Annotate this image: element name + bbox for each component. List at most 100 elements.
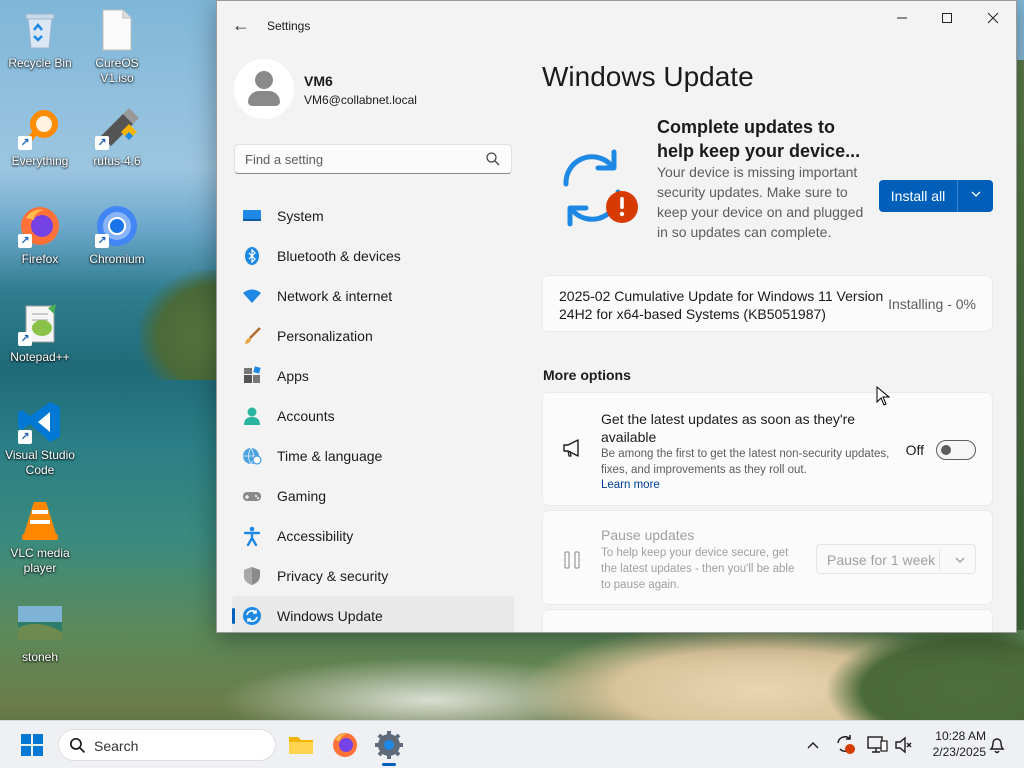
accessibility-icon xyxy=(243,526,261,546)
notepadpp-icon: ↗ xyxy=(18,302,62,346)
sidebar-item-label: Accounts xyxy=(277,408,335,424)
shortcut-arrow-icon: ↗ xyxy=(18,136,32,150)
next-option-card xyxy=(542,609,993,632)
display-network-icon[interactable] xyxy=(866,733,888,755)
sidebar-item-label: Privacy & security xyxy=(277,568,389,584)
sidebar-item-accounts[interactable]: Accounts xyxy=(232,396,514,436)
bluetooth-icon xyxy=(245,247,259,265)
active-app-indicator xyxy=(382,763,396,766)
desktop-icon-label: Everything xyxy=(11,154,69,168)
sidebar-item-label: Apps xyxy=(277,368,309,384)
taskbar-clock[interactable]: 10:28 AM 2/23/2025 xyxy=(918,728,986,760)
desktop-icon-rufus[interactable]: ↗ rufus-4.6 xyxy=(77,106,157,169)
search-icon xyxy=(69,737,86,754)
taskbar: Search 10:28 AM 2/23/2025 xyxy=(0,720,1024,768)
wallpaper-cliff xyxy=(820,630,1024,720)
user-profile[interactable]: VM6 VM6@collabnet.local xyxy=(234,59,514,121)
shortcut-arrow-icon: ↗ xyxy=(95,234,109,248)
window-title: Settings xyxy=(267,19,311,33)
sidebar-item-gaming[interactable]: Gaming xyxy=(232,476,514,516)
desktop-icon-recycle-bin[interactable]: Recycle Bin xyxy=(0,8,80,71)
back-arrow-icon[interactable]: ← xyxy=(229,13,253,37)
brush-icon xyxy=(245,327,261,344)
desktop-icon-label: rufus-4.6 xyxy=(93,154,141,168)
pause-duration-value: Pause for 1 week xyxy=(827,552,936,568)
sidebar-item-label: Personalization xyxy=(277,328,373,344)
sidebar-nav: System Bluetooth & devices Network & int… xyxy=(232,196,514,632)
maximize-button[interactable] xyxy=(924,7,970,31)
close-button[interactable] xyxy=(970,7,1016,31)
sidebar-item-network[interactable]: Network & internet xyxy=(232,276,514,316)
sidebar-item-label: Time & language xyxy=(277,448,383,464)
wifi-icon xyxy=(243,289,261,303)
vscode-icon: ↗ xyxy=(18,400,62,444)
shortcut-arrow-icon: ↗ xyxy=(18,430,32,444)
everything-search-icon: ↗ xyxy=(18,106,62,150)
install-options-dropdown[interactable] xyxy=(958,180,993,212)
notification-bell-icon[interactable] xyxy=(988,735,1006,755)
profile-name: VM6 xyxy=(304,73,333,89)
avatar xyxy=(234,59,294,119)
firefox-icon: ↗ xyxy=(18,204,62,248)
desktop-icon-vscode[interactable]: ↗ Visual Studio Code xyxy=(0,400,80,478)
windows-start-icon[interactable] xyxy=(21,734,43,756)
desktop-icon-cureos-iso[interactable]: CureOS V1.iso xyxy=(77,8,157,86)
taskbar-file-explorer[interactable] xyxy=(284,728,318,762)
settings-search-box[interactable] xyxy=(234,144,512,174)
gamepad-icon xyxy=(243,492,261,501)
sidebar-item-system[interactable]: System xyxy=(232,196,514,236)
image-file-icon xyxy=(18,602,62,646)
settings-gear-icon xyxy=(375,731,403,759)
sidebar-item-label: Accessibility xyxy=(277,528,354,544)
shortcut-arrow-icon: ↗ xyxy=(18,332,32,346)
sidebar-item-time-language[interactable]: Time & language xyxy=(232,436,514,476)
desktop-icon-label: CureOS V1.iso xyxy=(95,56,139,85)
toggle-state-label: Off xyxy=(905,442,924,458)
sidebar-item-accessibility[interactable]: Accessibility xyxy=(232,516,514,556)
settings-search-input[interactable] xyxy=(235,145,475,173)
sidebar-item-label: Network & internet xyxy=(277,288,393,304)
update-description: Your device is missing important securit… xyxy=(657,164,864,240)
update-tray-icon[interactable] xyxy=(834,733,856,755)
install-all-button[interactable]: Install all xyxy=(879,180,957,212)
pause-updates-title: Pause updates xyxy=(601,527,695,543)
desktop-icon-everything[interactable]: ↗ Everything xyxy=(0,106,80,169)
desktop-icon-firefox[interactable]: ↗ Firefox xyxy=(0,204,80,267)
chevron-up-icon[interactable] xyxy=(806,739,820,751)
desktop-icon-chromium[interactable]: ↗ Chromium xyxy=(77,204,157,267)
sidebar-item-windows-update[interactable]: Windows Update xyxy=(232,596,514,632)
sidebar-item-label: Gaming xyxy=(277,488,327,504)
sidebar-item-apps[interactable]: Apps xyxy=(232,356,514,396)
latest-updates-title: Get the latest updates as soon as they'r… xyxy=(601,411,856,445)
desktop-icon-vlc[interactable]: VLC media player xyxy=(0,498,80,576)
latest-updates-card: Get the latest updates as soon as they'r… xyxy=(542,392,993,506)
apps-icon xyxy=(244,366,261,383)
minimize-button[interactable] xyxy=(879,7,925,31)
latest-updates-toggle[interactable] xyxy=(936,440,976,460)
taskbar-search-box[interactable]: Search xyxy=(58,729,276,761)
desktop-icon-label: Notepad++ xyxy=(10,350,70,364)
update-heading: Complete updates to help keep your devic… xyxy=(657,117,861,161)
accounts-icon xyxy=(244,407,260,425)
learn-more-link[interactable]: Learn more xyxy=(601,479,660,491)
sidebar-item-bluetooth[interactable]: Bluetooth & devices xyxy=(232,236,514,276)
volume-muted-icon[interactable] xyxy=(893,735,913,755)
taskbar-search-label: Search xyxy=(94,738,139,754)
desktop-icon-notepadpp[interactable]: ↗ Notepad++ xyxy=(0,302,80,365)
desktop-icon-stoneh[interactable]: stoneh xyxy=(0,602,80,665)
shortcut-arrow-icon: ↗ xyxy=(18,234,32,248)
sidebar-item-privacy[interactable]: Privacy & security xyxy=(232,556,514,596)
taskbar-settings[interactable] xyxy=(372,728,406,762)
search-icon xyxy=(486,152,500,166)
sidebar-item-label: Bluetooth & devices xyxy=(277,248,401,264)
desktop-icon-label: stoneh xyxy=(21,650,59,664)
desktop-icon-label: Chromium xyxy=(89,252,145,266)
install-all-split-button: Install all xyxy=(879,180,993,212)
pause-duration-select[interactable]: Pause for 1 week xyxy=(816,544,976,574)
chromium-icon: ↗ xyxy=(95,204,139,248)
sidebar-item-personalization[interactable]: Personalization xyxy=(232,316,514,356)
update-status: Installing - 0% xyxy=(888,296,976,312)
desktop-icon-label: Recycle Bin xyxy=(8,56,72,70)
taskbar-firefox[interactable] xyxy=(328,728,362,762)
update-name: 2025-02 Cumulative Update for Windows 11… xyxy=(559,288,884,322)
